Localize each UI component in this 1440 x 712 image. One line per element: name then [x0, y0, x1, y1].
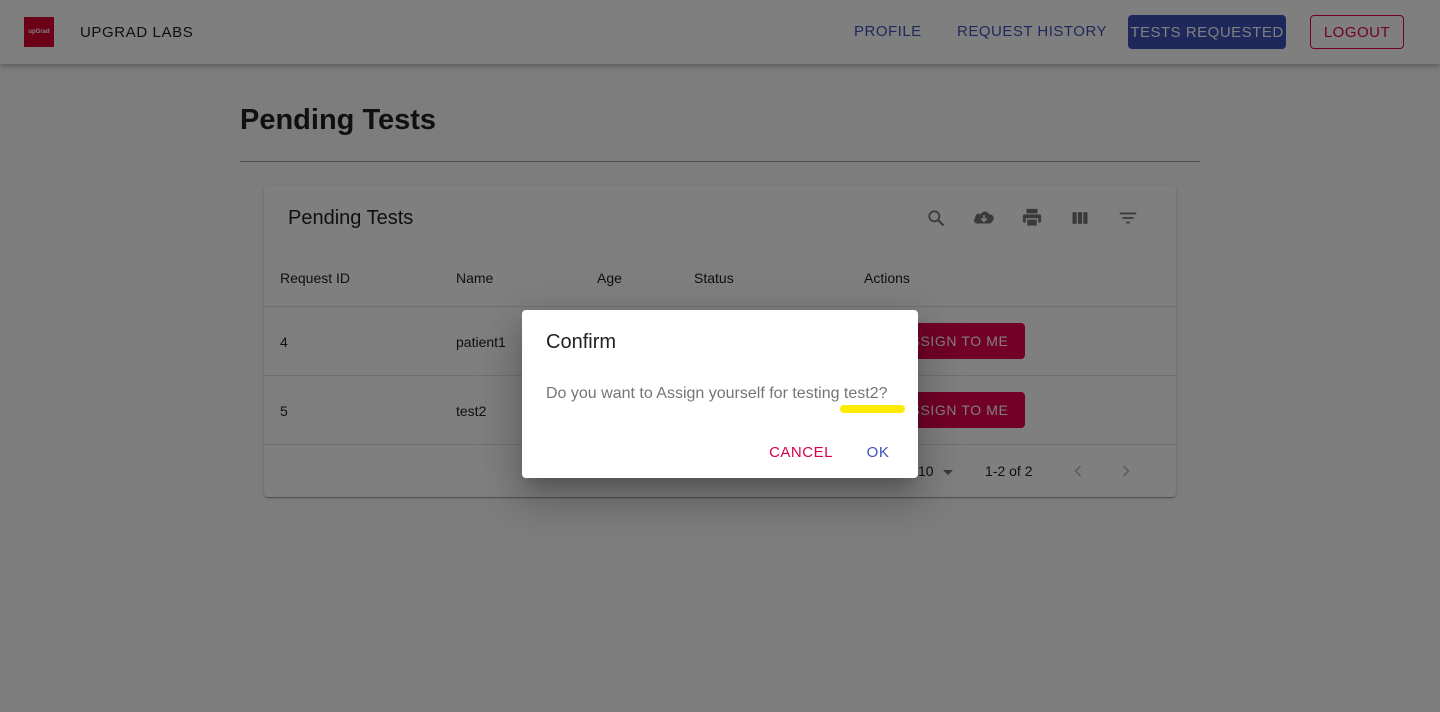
confirm-dialog: Confirm Do you want to Assign yourself f… [522, 310, 918, 478]
cancel-button[interactable]: CANCEL [762, 440, 840, 464]
dialog-message: Do you want to Assign yourself for testi… [546, 385, 888, 402]
dialog-title: Confirm [546, 331, 617, 353]
highlight-mark [840, 405, 905, 413]
ok-button[interactable]: OK [860, 440, 896, 464]
